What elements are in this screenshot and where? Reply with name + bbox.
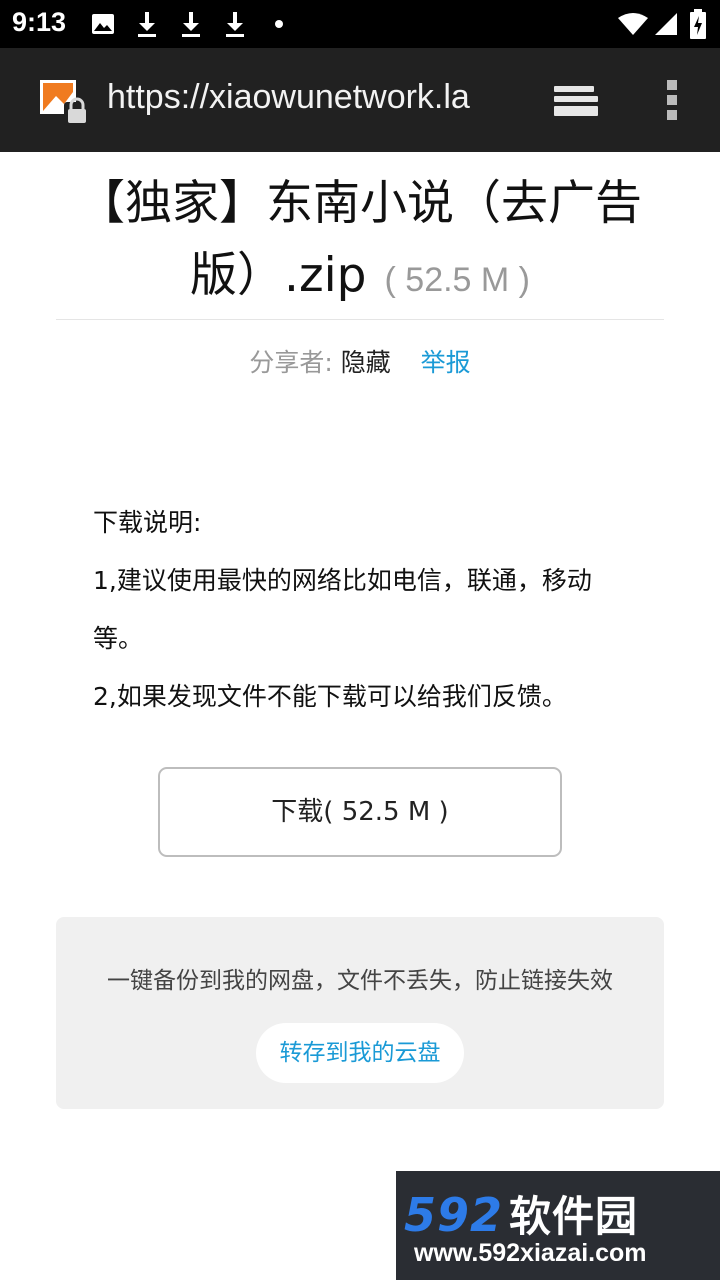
download-instructions: 下载说明: 1,建议使用最快的网络比如电信，联通，移动等。 2,如果发现文件不能…: [93, 494, 633, 726]
overflow-menu-icon[interactable]: [662, 80, 682, 120]
wifi-icon: [618, 13, 648, 35]
sharer-label: 分享者:: [249, 348, 333, 377]
download-button[interactable]: 下载( 52.5 M ): [158, 767, 562, 857]
watermark-logo-text: 软件园: [509, 1192, 639, 1241]
save-to-cloud-button[interactable]: 转存到我的云盘: [256, 1023, 464, 1083]
instruction-item: 2,如果发现文件不能下载可以给我们反馈。: [93, 682, 567, 711]
file-title: 【独家】东南小说（去广告版）.zip( 52.5 M ): [60, 168, 660, 316]
report-link[interactable]: 举报: [421, 348, 471, 377]
backup-panel: 一键备份到我的网盘，文件不丢失，防止链接失效 转存到我的云盘: [56, 917, 664, 1109]
download-icon: [138, 12, 156, 37]
watermark-url: www.592xiazai.com: [414, 1239, 647, 1267]
notification-dot-icon: [275, 20, 283, 28]
battery-charging-icon: [690, 9, 706, 39]
divider: [56, 319, 664, 320]
file-size: ( 52.5 M ): [384, 261, 530, 299]
url-bar[interactable]: https://xiaowunetwork.la: [107, 78, 527, 117]
download-icon: [226, 12, 244, 37]
download-icon: [182, 12, 200, 37]
watermark: 592 软件园 www.592xiazai.com: [396, 1171, 720, 1280]
status-time: 9:13: [12, 7, 67, 37]
tabs-icon[interactable]: [552, 82, 600, 118]
watermark-logo: 592 软件园: [404, 1183, 638, 1244]
insecure-site-lock-icon[interactable]: [38, 78, 92, 128]
file-name: 【独家】东南小说（去广告版）.zip: [78, 176, 642, 303]
status-bar: 9:13: [0, 0, 720, 48]
sharer-value: 隐藏: [340, 348, 391, 377]
backup-description: 一键备份到我的网盘，文件不丢失，防止链接失效: [107, 968, 613, 994]
instruction-item: 1,建议使用最快的网络比如电信，联通，移动等。: [93, 566, 592, 653]
share-info: 分享者: 隐藏 举报: [0, 343, 720, 379]
instructions-heading: 下载说明:: [93, 508, 202, 537]
browser-toolbar: https://xiaowunetwork.la: [0, 48, 720, 152]
image-icon: [92, 14, 114, 34]
signal-icon: [655, 13, 677, 35]
watermark-logo-number: 592: [404, 1188, 504, 1242]
